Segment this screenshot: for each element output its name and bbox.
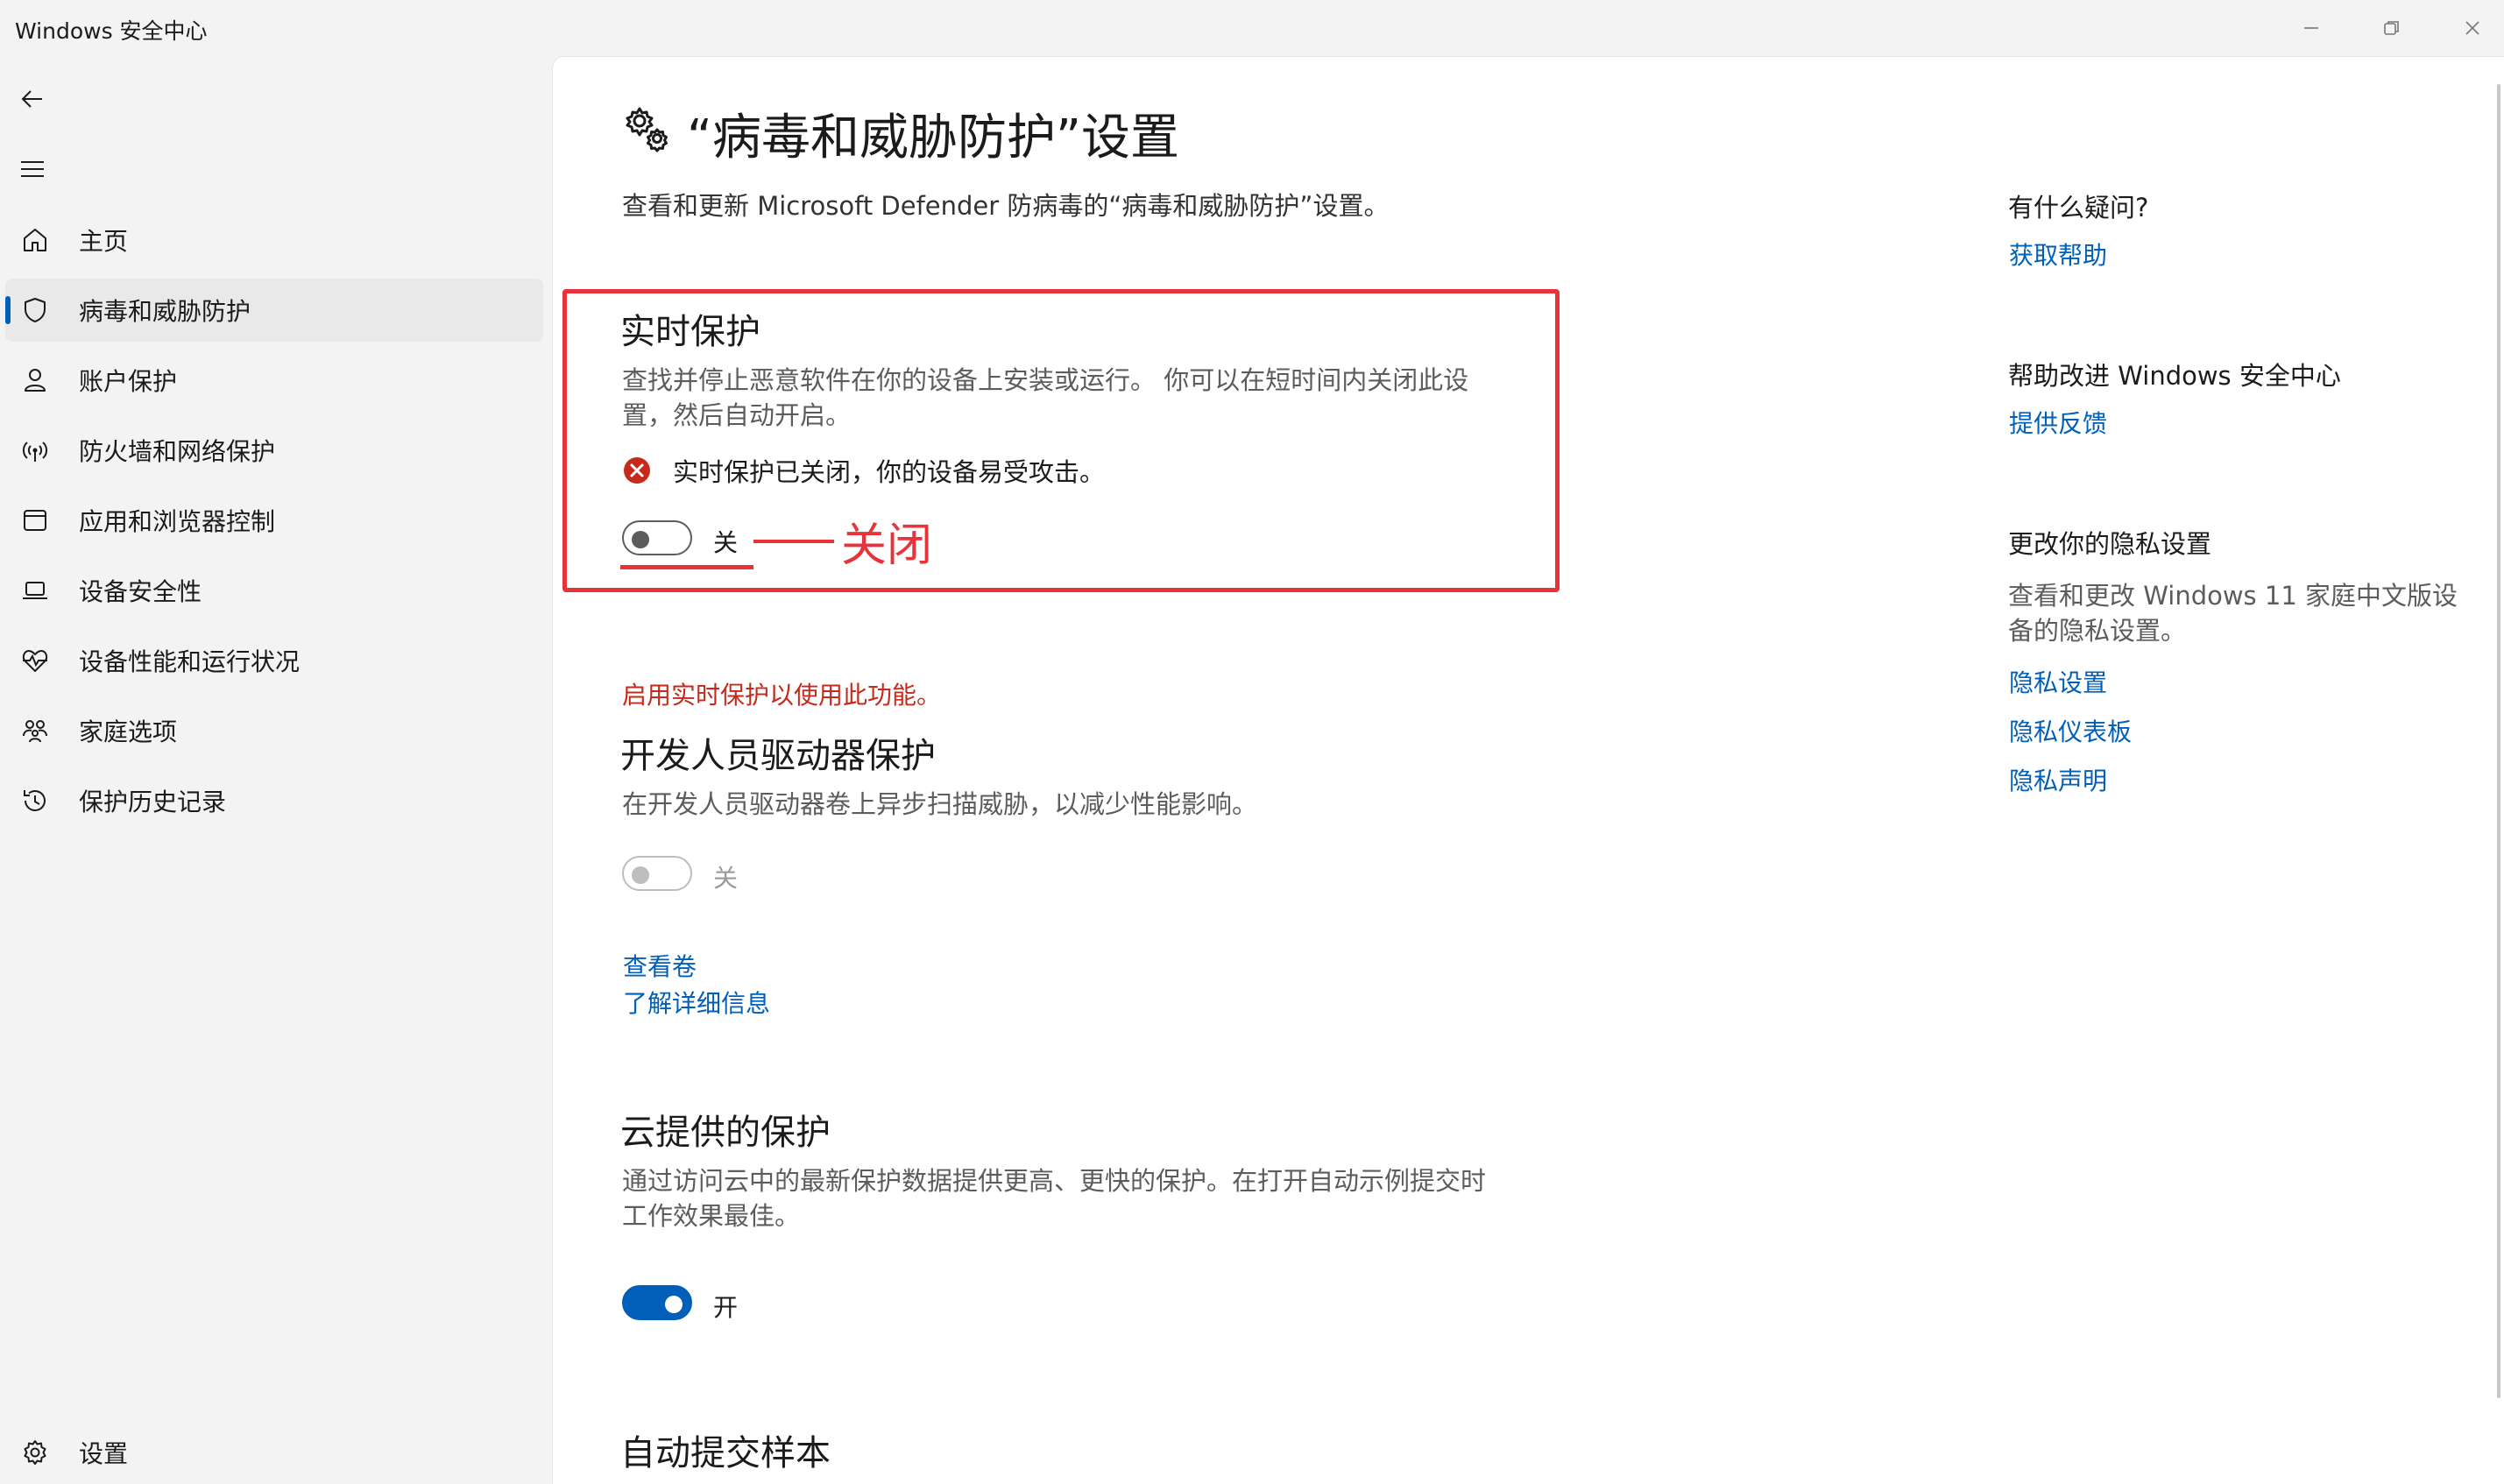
- sidebar-item-label: 家庭选项: [79, 717, 178, 746]
- feedback-heading: 帮助改进 Windows 安全中心: [2008, 361, 2341, 391]
- annotation-underline: [620, 565, 753, 569]
- gears-icon: [620, 102, 673, 154]
- cloud-protection-title: 云提供的保护: [620, 1113, 831, 1153]
- questions-heading: 有什么疑问?: [2008, 193, 2149, 223]
- dev-drive-description: 在开发人员驱动器卷上异步扫描威胁，以减少性能影响。: [622, 789, 1258, 819]
- privacy-statement-link[interactable]: 隐私声明: [2009, 762, 2107, 797]
- restore-icon: [2384, 21, 2399, 35]
- privacy-dashboard-link[interactable]: 隐私仪表板: [2009, 713, 2132, 748]
- sidebar-item-account[interactable]: 账户保护: [5, 349, 543, 412]
- toggle-knob: [632, 866, 649, 884]
- dev-drive-toggle-label: 关: [713, 864, 739, 893]
- family-icon: [18, 713, 53, 748]
- hamburger-menu-icon: [21, 161, 44, 177]
- sidebar-item-label: 设备性能和运行状况: [79, 647, 301, 676]
- close-button[interactable]: [2446, 9, 2499, 47]
- sidebar-item-label: 账户保护: [79, 367, 178, 396]
- sidebar-item-history[interactable]: 保护历史记录: [5, 769, 543, 832]
- dev-drive-title: 开发人员驱动器保护: [620, 736, 936, 776]
- laptop-icon: [18, 573, 53, 608]
- restore-button[interactable]: [2366, 9, 2418, 47]
- sidebar-item-label: 防火墙和网络保护: [79, 437, 276, 466]
- heart-pulse-icon: [18, 643, 53, 678]
- cloud-protection-description: 通过访问云中的最新保护数据提供更高、更快的保护。在打开自动示例提交时工作效果最佳…: [622, 1166, 1487, 1231]
- sidebar-item-label: 设置: [79, 1439, 129, 1468]
- sidebar-item-app-browser[interactable]: 应用和浏览器控制: [5, 489, 543, 552]
- history-icon: [18, 783, 53, 818]
- title-bar: Windows 安全中心: [0, 0, 2504, 56]
- sidebar-item-settings[interactable]: 设置: [5, 1421, 543, 1484]
- toggle-knob: [665, 1296, 683, 1313]
- dev-drive-toggle[interactable]: [622, 856, 692, 891]
- annotation-label: 关闭: [841, 519, 933, 572]
- sidebar-item-label: 设备安全性: [79, 577, 202, 606]
- minimize-icon: [2304, 27, 2318, 29]
- back-arrow-icon: [21, 90, 42, 108]
- privacy-settings-link[interactable]: 隐私设置: [2009, 664, 2107, 699]
- sidebar-item-label: 应用和浏览器控制: [79, 507, 276, 536]
- person-icon: [18, 363, 53, 398]
- privacy-description: 查看和更改 Windows 11 家庭中文版设备的隐私设置。: [2008, 581, 2458, 646]
- sidebar-item-virus-protection[interactable]: 病毒和威胁防护: [5, 279, 543, 342]
- page-title: “病毒和威胁防护”设置: [687, 110, 1180, 166]
- get-help-link[interactable]: 获取帮助: [2009, 237, 2107, 272]
- minimize-button[interactable]: [2285, 9, 2338, 47]
- sidebar-item-device-security[interactable]: 设备安全性: [5, 559, 543, 622]
- sidebar-item-label: 病毒和威胁防护: [79, 297, 251, 326]
- back-button[interactable]: [11, 77, 54, 121]
- app-title: Windows 安全中心: [15, 18, 208, 44]
- home-icon: [18, 223, 53, 258]
- cloud-protection-toggle[interactable]: [622, 1285, 692, 1320]
- scrollbar[interactable]: [2497, 84, 2500, 1398]
- annotation-highlight-box: [562, 289, 1560, 592]
- page-subtitle: 查看和更新 Microsoft Defender 防病毒的“病毒和威胁防护”设置…: [622, 191, 1390, 221]
- sidebar-item-label: 保护历史记录: [79, 788, 227, 816]
- privacy-heading: 更改你的隐私设置: [2008, 529, 2212, 559]
- learn-more-link[interactable]: 了解详细信息: [623, 985, 770, 1020]
- gear-icon: [18, 1435, 53, 1470]
- sidebar-item-home[interactable]: 主页: [5, 208, 543, 272]
- menu-button[interactable]: [11, 147, 54, 191]
- wireless-signal-icon: [18, 433, 53, 468]
- annotation-pointer-line: [753, 540, 834, 543]
- sidebar-item-firewall[interactable]: 防火墙和网络保护: [5, 419, 543, 482]
- dev-drive-warning: 启用实时保护以使用此功能。: [622, 681, 942, 710]
- sidebar-item-device-health[interactable]: 设备性能和运行状况: [5, 629, 543, 692]
- auto-submit-title: 自动提交样本: [620, 1433, 831, 1473]
- view-volumes-link[interactable]: 查看卷: [623, 948, 697, 983]
- cloud-toggle-label: 开: [713, 1293, 739, 1322]
- close-icon: [2465, 21, 2479, 35]
- give-feedback-link[interactable]: 提供反馈: [2009, 405, 2107, 440]
- sidebar-item-family[interactable]: 家庭选项: [5, 699, 543, 762]
- shield-icon: [18, 293, 53, 328]
- browser-window-icon: [18, 503, 53, 538]
- sidebar-item-label: 主页: [79, 227, 129, 256]
